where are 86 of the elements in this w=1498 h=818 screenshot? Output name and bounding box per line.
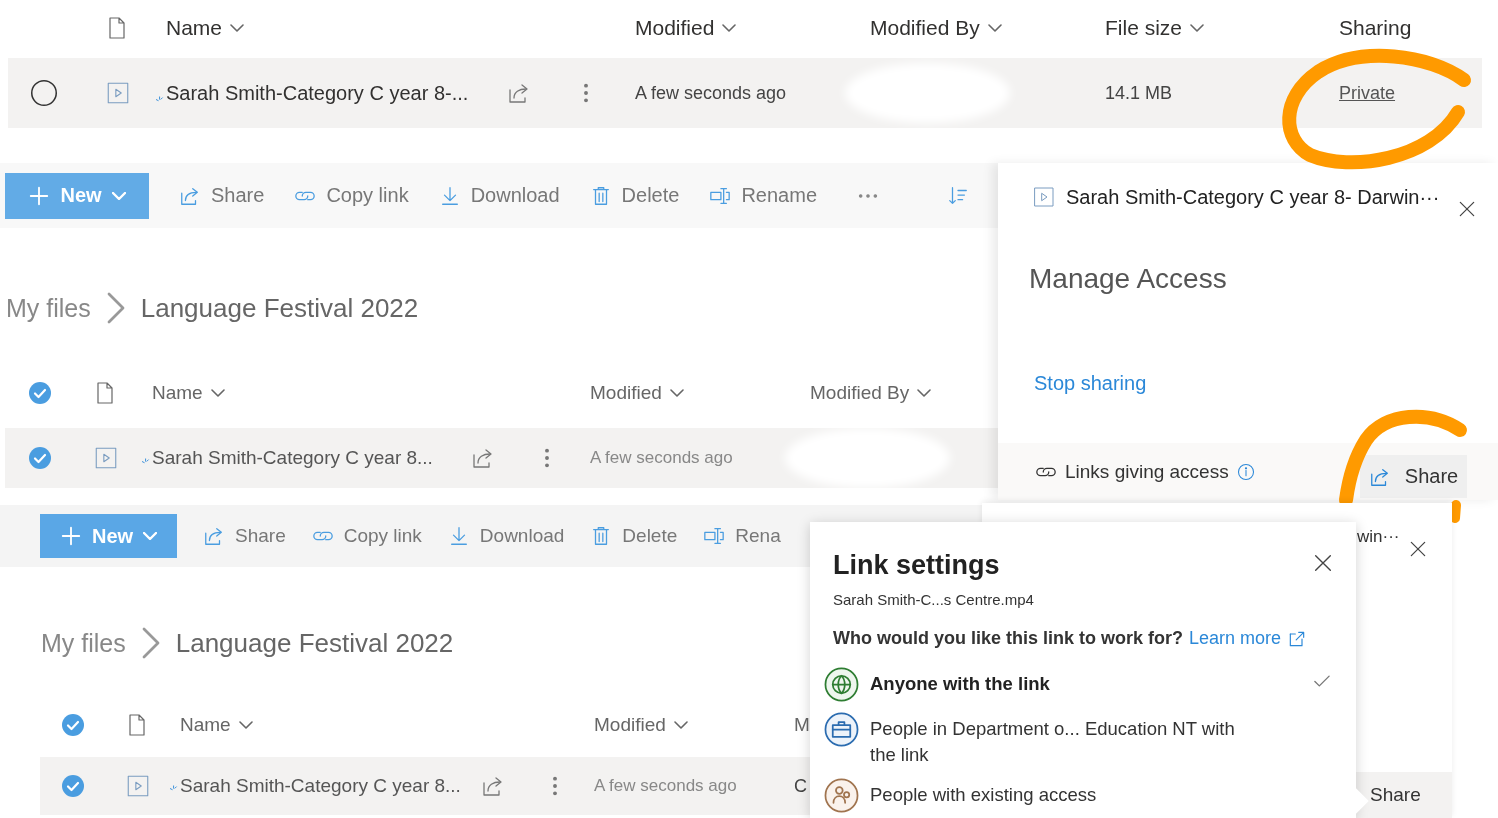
globe-icon	[824, 667, 859, 702]
chevron-right-icon	[141, 627, 160, 659]
share-button[interactable]: Share	[1360, 455, 1467, 498]
file-name[interactable]: Sarah Smith-Category C year 8...	[152, 447, 471, 469]
file-name[interactable]: Sarah Smith-Category C year 8-...	[166, 81, 507, 105]
select-all-check-icon[interactable]	[28, 381, 52, 405]
panel-title: Manage Access	[1029, 263, 1228, 295]
link-button[interactable]: Copy link	[294, 184, 409, 207]
column-header[interactable]: Name	[152, 382, 590, 404]
people-icon	[824, 778, 859, 813]
chevron-down-icon	[238, 721, 253, 729]
video-file-icon	[1032, 185, 1056, 209]
close-icon	[1312, 552, 1334, 574]
rename-button[interactable]: Rename	[709, 184, 817, 207]
column-header[interactable]: Modified	[590, 382, 810, 404]
video-file-icon	[93, 445, 119, 471]
chevron-down-icon	[673, 721, 688, 729]
sort-icon[interactable]	[947, 184, 969, 207]
modified-date: A few seconds ago	[635, 82, 788, 104]
column-header[interactable]: Name	[166, 15, 635, 40]
audience-option[interactable]: Anyone with the link	[810, 667, 1340, 702]
dialog-title: Link settings	[833, 550, 1000, 581]
delete-button[interactable]: Delete	[589, 184, 680, 207]
video-file-icon	[105, 80, 131, 106]
close-button[interactable]	[1312, 552, 1334, 574]
plus-icon	[28, 184, 51, 207]
file-row[interactable]: Sarah Smith-Category C year 8... A few seconds ago	[5, 428, 998, 488]
modified-date: A few seconds ago	[594, 776, 738, 796]
column-header[interactable]: File size	[1105, 15, 1339, 40]
breadcrumb-item[interactable]: My files	[41, 628, 126, 658]
learn-more-link[interactable]: Learn more	[1189, 628, 1282, 649]
checkmark-icon	[1314, 675, 1330, 687]
chevron-down-icon	[1190, 23, 1205, 32]
briefcase-icon	[824, 712, 859, 747]
breadcrumb-item[interactable]: Language Festival 2022	[175, 627, 454, 659]
select-all-check-icon[interactable]	[61, 713, 85, 737]
delete-button[interactable]: Delete	[590, 525, 678, 547]
chevron-down-icon	[210, 389, 225, 397]
audience-option[interactable]: People in Department o... Education NT with the link	[810, 712, 1340, 768]
audience-option[interactable]: People with existing access	[810, 778, 1340, 813]
download-button[interactable]: Download	[438, 184, 560, 207]
breadcrumb-item[interactable]: Language Festival 2022	[140, 292, 419, 324]
file-name[interactable]: Sarah Smith-Category C year 8...	[180, 775, 481, 797]
share-button[interactable]: Share	[203, 525, 286, 547]
panel-file-name: Sarah Smith-Category C year 8- Darwin···	[1066, 185, 1440, 209]
modified-date: A few seconds ago	[590, 448, 734, 468]
marker-stroke-drawing	[1450, 500, 1461, 523]
video-file-icon	[125, 773, 151, 799]
chevron-down-icon	[111, 191, 126, 200]
share-button[interactable]: Share	[1356, 772, 1452, 818]
column-header[interactable]: Modified	[594, 714, 794, 736]
stop-sharing-link[interactable]: Stop sharing	[1034, 372, 1147, 395]
link-button[interactable]: Copy link	[311, 525, 422, 547]
chevron-right-icon	[106, 292, 125, 324]
share-button[interactable]: Share	[179, 184, 265, 207]
row-check-icon[interactable]	[28, 446, 52, 470]
panel-file-name: win···	[1357, 527, 1400, 547]
row-select-circle-icon[interactable]	[30, 79, 58, 107]
row-check-icon[interactable]	[61, 774, 85, 798]
rename-button[interactable]: Rena	[703, 525, 781, 547]
chevron-down-icon	[987, 23, 1002, 32]
column-header[interactable]: Modified	[635, 15, 870, 40]
info-icon[interactable]	[1236, 462, 1255, 481]
sharing-link[interactable]: Private	[1339, 82, 1396, 104]
chevron-down-icon	[722, 23, 737, 32]
table-cell: C	[794, 775, 807, 797]
breadcrumb-item[interactable]: My files	[6, 293, 91, 323]
file-row[interactable]: Sarah Smith-Category C year 8... A few seconds ago C	[40, 757, 810, 815]
dialog-question: Who would you like this link to work for?	[833, 628, 1183, 649]
column-header[interactable]: Name	[180, 714, 594, 736]
download-button[interactable]: Download	[447, 525, 565, 547]
section-label: Links giving access	[1065, 460, 1229, 483]
chevron-down-icon	[230, 23, 245, 32]
plus-icon	[59, 525, 82, 547]
table-cell-text: 14.1 MB	[1105, 82, 1174, 104]
column-header[interactable]: Modified By	[810, 382, 932, 404]
rename-icon	[703, 525, 726, 547]
column-header[interactable]: Modified By	[870, 15, 1105, 40]
dialog-file-name: Sarah Smith-C...s Centre.mp4	[833, 591, 1035, 608]
chevron-down-icon	[917, 389, 932, 397]
column-header[interactable]: Sharing	[1339, 15, 1412, 40]
column-header[interactable]: M	[794, 714, 810, 736]
chevron-down-icon	[669, 389, 684, 397]
file-row[interactable]: Sarah Smith-Category C year 8-... A few seconds ago 14.1 MB Private	[8, 58, 1482, 128]
chevron-down-icon	[143, 532, 158, 540]
share-icon	[203, 525, 225, 547]
